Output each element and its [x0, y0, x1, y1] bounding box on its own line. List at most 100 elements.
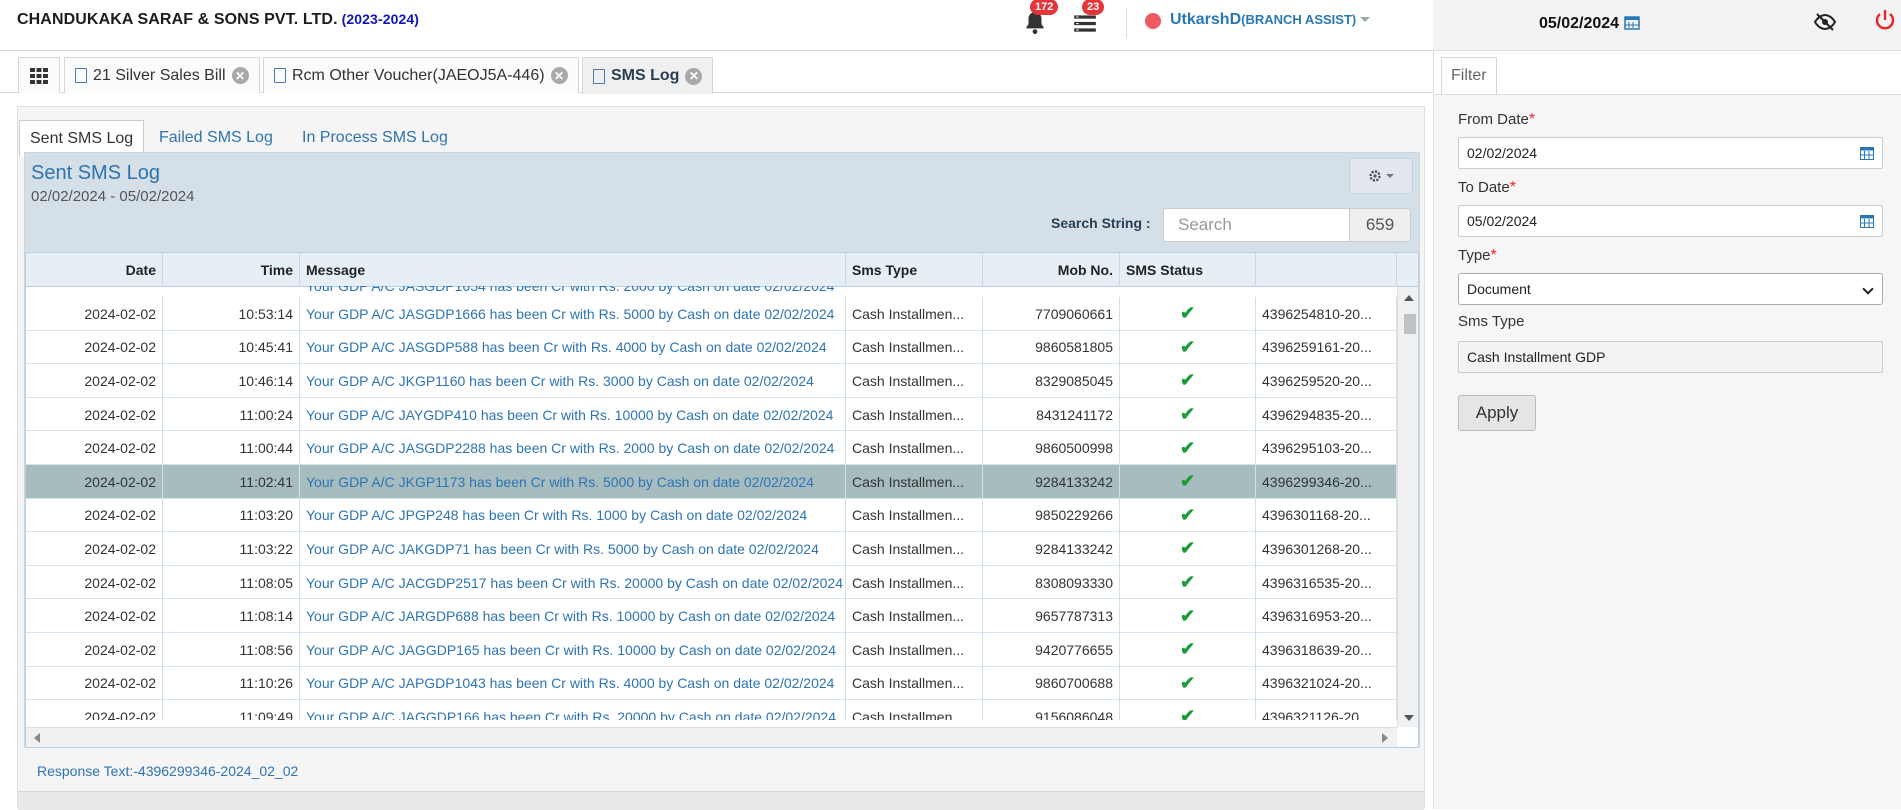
calendar-icon[interactable] — [1860, 214, 1874, 228]
cell-time: 11:10:26 — [163, 666, 300, 701]
apps-menu-button[interactable] — [18, 57, 60, 93]
table-row[interactable]: 2024-02-02 11:00:44 Your GDP A/C JASGDP228… — [26, 431, 1397, 465]
table-row[interactable]: 2024-02-02 10:45:41 Your GDP A/C JASGDP588… — [26, 330, 1397, 365]
column-header-sms-type[interactable]: Sms Type — [846, 253, 983, 287]
tab-sent-sms-log[interactable]: Sent SMS Log — [19, 120, 145, 156]
cell-sms-type: Cash Installmen... — [846, 565, 983, 600]
cell-mobile: 9284133242 — [983, 532, 1120, 566]
tasks-button[interactable]: 23 — [1072, 0, 1105, 36]
type-select-value: Document — [1467, 281, 1531, 297]
cell-mobile: 7709060661 — [983, 297, 1120, 331]
table-row[interactable]: 2024-02-02 11:10:26 Your GDP A/C JAPGDP104… — [26, 666, 1397, 701]
user-name: UtkarshD — [1170, 11, 1242, 28]
close-tab-icon[interactable]: ✕ — [550, 67, 568, 84]
tab-sms-log[interactable]: SMS Log ✕ — [582, 57, 714, 94]
vertical-scrollbar[interactable] — [1397, 287, 1418, 727]
cell-sms-status: ✔ — [1120, 700, 1256, 720]
scrollbar-thumb[interactable] — [1404, 314, 1416, 334]
table-row[interactable]: 2024-02-02 10:46:14 Your GDP A/C JKGP1160 … — [26, 364, 1397, 398]
table-row[interactable]: 2024-02-02 11:03:20 Your GDP A/C JPGP248 h… — [26, 498, 1397, 533]
document-icon — [75, 68, 87, 83]
type-select[interactable]: Document — [1458, 273, 1883, 305]
header-divider — [1126, 8, 1127, 38]
panel-date-range: 02/02/2024 - 05/02/2024 — [31, 188, 195, 205]
tab-silver-sales-bill[interactable]: 21 Silver Sales Bill ✕ — [64, 57, 260, 93]
scroll-right-icon[interactable] — [1382, 733, 1388, 743]
close-tab-icon[interactable]: ✕ — [685, 67, 703, 85]
table-row[interactable]: 2024-02-02 11:09:49 Your GDP A/C JAGGDP166… — [26, 700, 1397, 720]
apply-button[interactable]: Apply — [1458, 395, 1536, 431]
column-header-sms-status[interactable]: SMS Status — [1120, 253, 1256, 287]
financial-year: (2023-2024) — [341, 11, 420, 27]
check-icon: ✔ — [1179, 605, 1196, 626]
cell-date: 2024-02-02 — [26, 498, 163, 533]
tab-label: 21 Silver Sales Bill — [93, 66, 226, 84]
cell-mobile: 9860500998 — [983, 431, 1120, 465]
column-header-reference[interactable] — [1256, 253, 1397, 287]
check-icon: ✔ — [1179, 538, 1196, 559]
cell-reference: 4396321126-20... — [1256, 700, 1397, 720]
power-icon — [1875, 10, 1895, 30]
user-menu[interactable]: UtkarshD(BRANCH ASSIST) — [1170, 11, 1371, 29]
horizontal-scrollbar[interactable] — [26, 727, 1397, 747]
cell-date: 2024-02-02 — [26, 565, 163, 600]
logout-button[interactable] — [1873, 8, 1897, 32]
search-input[interactable] — [1163, 208, 1350, 242]
table-row[interactable]: 2024-02-02 11:00:24 Your GDP A/C JAYGDP410… — [26, 397, 1397, 432]
cell-time: 10:46:14 — [163, 364, 300, 398]
eye-slash-icon — [1813, 13, 1837, 31]
table-row[interactable]: 2024-02-02 11:08:14 Your GDP A/C JARGDP688… — [26, 599, 1397, 633]
check-icon: ✔ — [1179, 672, 1196, 693]
cell-reference: 4396301168-20... — [1256, 498, 1397, 533]
tab-label: SMS Log — [611, 67, 680, 84]
column-header-message[interactable]: Message — [300, 253, 846, 287]
tasks-badge: 23 — [1082, 0, 1105, 15]
table-row[interactable]: 2024-02-02 11:03:22 Your GDP A/C JAKGDP71 … — [26, 532, 1397, 566]
cell-mobile: 9156086048 — [983, 700, 1120, 720]
notifications-button[interactable]: 172 — [1022, 0, 1059, 36]
sent-sms-log-panel: Sent SMS Log 02/02/2024 - 05/02/2024 Sea… — [24, 152, 1420, 748]
close-tab-icon[interactable]: ✕ — [231, 67, 249, 84]
cell-date: 2024-02-02 — [26, 666, 163, 701]
cell-sms-type: Cash Installmen... — [846, 397, 983, 432]
cell-message: Your GDP A/C JAKGDP71 has been Cr with R… — [300, 532, 846, 566]
cell-mobile: 9850229266 — [983, 498, 1120, 533]
table-row[interactable]: 2024-02-02 11:08:56 Your GDP A/C JAGGDP165… — [26, 633, 1397, 667]
cell-sms-status: ✔ — [1120, 666, 1256, 701]
to-date-field[interactable]: 05/02/2024 — [1458, 205, 1883, 237]
tab-filter[interactable]: Filter — [1441, 57, 1497, 94]
calendar-icon[interactable] — [1860, 146, 1874, 160]
hide-amount-button[interactable] — [1813, 12, 1837, 32]
cell-sms-status: ✔ — [1120, 633, 1256, 667]
scroll-left-icon[interactable] — [34, 733, 40, 743]
record-count: 659 — [1349, 208, 1411, 242]
cell-sms-type: Cash Installmen... — [846, 498, 983, 533]
settings-dropdown-button[interactable] — [1349, 158, 1413, 194]
cell-reference: 4396259161-20... — [1256, 330, 1397, 365]
scroll-up-icon[interactable] — [1404, 295, 1414, 301]
cell-sms-type: Cash Installmen... — [846, 633, 983, 667]
cell-sms-type: Cash Installmen... — [846, 700, 983, 720]
cell-sms-type: Cash Installmen... — [846, 431, 983, 465]
table-row[interactable]: 2024-02-02 11:08:05 Your GDP A/C JACGDP251… — [26, 565, 1397, 600]
current-date-value: 05/02/2024 — [1539, 15, 1620, 32]
table-row[interactable]: 2024-02-02 10:53:14 Your GDP A/C JASGDP166… — [26, 297, 1397, 331]
search-label: Search String : — [1051, 215, 1151, 231]
tab-rcm-other-voucher[interactable]: Rcm Other Voucher(JAEOJ5A-446) ✕ — [263, 57, 579, 93]
column-header-mob-no[interactable]: Mob No. — [983, 253, 1120, 287]
column-header-date[interactable]: Date — [26, 253, 163, 287]
scroll-down-icon[interactable] — [1404, 715, 1414, 721]
tab-failed-sms-log[interactable]: Failed SMS Log — [149, 120, 283, 156]
column-header-time[interactable]: Time — [163, 253, 300, 287]
from-date-field[interactable]: 02/02/2024 — [1458, 137, 1883, 169]
cell-time: 11:02:41 — [163, 465, 300, 499]
cell-sms-type: Cash Installmen... — [846, 364, 983, 398]
table-row[interactable]: 2024-02-02 11:02:41 Your GDP A/C JKGP1173 … — [26, 465, 1397, 499]
current-date[interactable]: 05/02/2024 — [1539, 14, 1640, 33]
cell-date: 2024-02-02 — [26, 633, 163, 667]
tab-in-process-sms-log[interactable]: In Process SMS Log — [292, 120, 458, 156]
sms-type-field[interactable]: Cash Installment GDP — [1458, 341, 1883, 373]
cell-mobile: 9284133242 — [983, 465, 1120, 499]
gear-icon — [1369, 170, 1381, 182]
cell-date: 2024-02-02 — [26, 397, 163, 432]
